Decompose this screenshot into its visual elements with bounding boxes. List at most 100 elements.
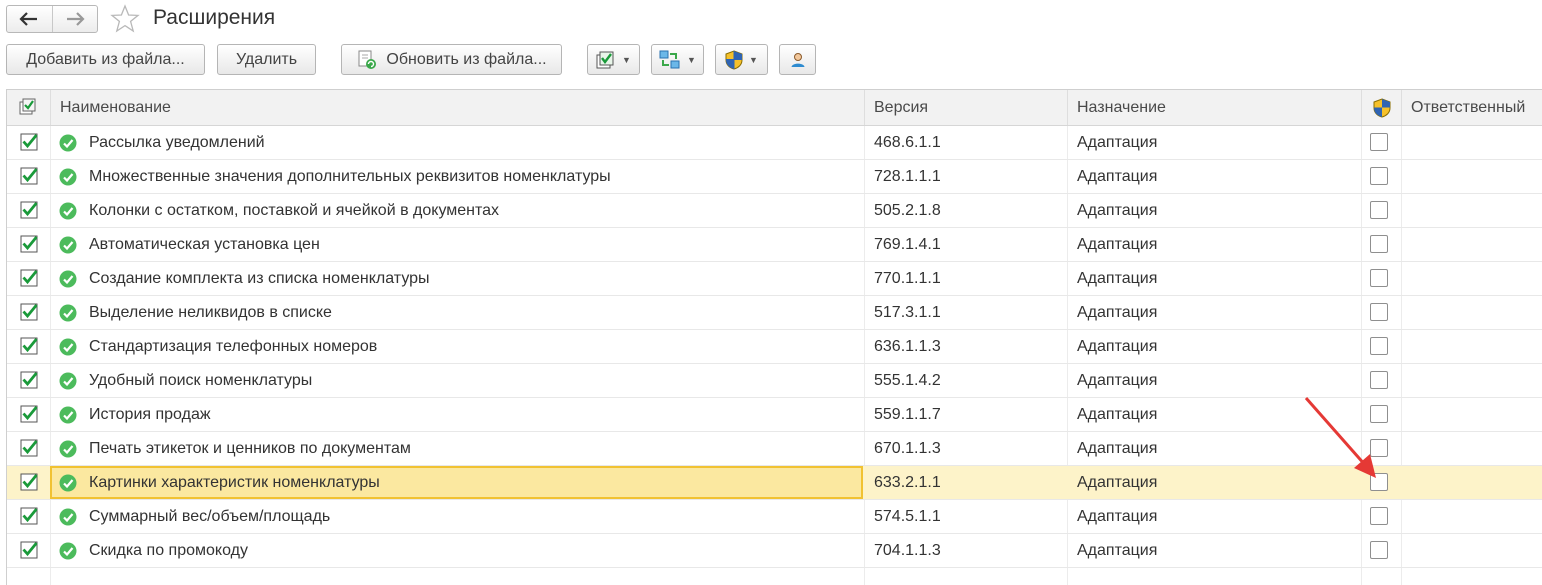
extension-name[interactable]: Суммарный вес/объем/площадь <box>89 500 330 533</box>
safe-mode-checkbox[interactable] <box>1370 371 1388 389</box>
extension-version: 468.6.1.1 <box>874 134 941 151</box>
delete-button[interactable]: Удалить <box>217 44 316 75</box>
safe-mode-checkbox[interactable] <box>1370 303 1388 321</box>
active-checkbox[interactable] <box>20 337 38 355</box>
extension-purpose: Адаптация <box>1077 202 1158 219</box>
ok-status-icon <box>59 304 77 322</box>
extension-name[interactable]: Стандартизация телефонных номеров <box>89 330 377 363</box>
safe-mode-checkbox[interactable] <box>1370 167 1388 185</box>
extension-name[interactable]: Картинки характеристик номенклатуры <box>89 466 380 499</box>
checkbox-header-icon <box>19 98 36 115</box>
active-checkbox[interactable] <box>20 473 38 491</box>
ok-status-icon <box>59 338 77 356</box>
active-checkbox[interactable] <box>20 269 38 287</box>
navigation-group <box>6 5 98 33</box>
extension-name[interactable]: Создание комплекта из списка номенклатур… <box>89 262 430 295</box>
extension-version: 704.1.1.3 <box>874 542 941 559</box>
extension-name[interactable]: Автоматическая установка цен <box>89 228 320 261</box>
title-bar: Расширения <box>0 0 1542 38</box>
active-checkbox[interactable] <box>20 133 38 151</box>
safe-mode-checkbox[interactable] <box>1370 133 1388 151</box>
sync-menu-button[interactable]: ▼ <box>651 44 704 75</box>
active-checkbox[interactable] <box>20 371 38 389</box>
header-safe-mode[interactable] <box>1361 90 1401 125</box>
responsible-user-button[interactable] <box>779 44 816 75</box>
user-icon <box>791 52 804 67</box>
table-header: Наименование Версия Назначение Ответстве… <box>7 90 1542 126</box>
extension-version: 505.2.1.8 <box>874 202 941 219</box>
table-row[interactable]: Выделение неликвидов в списке 517.3.1.1 Ад… <box>7 296 1542 330</box>
active-checkbox[interactable] <box>20 507 38 525</box>
star-icon[interactable] <box>110 4 140 34</box>
forward-button[interactable] <box>51 6 98 32</box>
update-file-icon <box>356 50 378 70</box>
extension-purpose: Адаптация <box>1077 474 1158 491</box>
back-button[interactable] <box>7 6 52 32</box>
header-version[interactable]: Версия <box>864 90 1067 125</box>
extension-version: 574.5.1.1 <box>874 508 941 525</box>
ok-status-icon <box>59 440 77 458</box>
extension-version: 769.1.4.1 <box>874 236 941 253</box>
active-checkbox[interactable] <box>20 167 38 185</box>
extension-version: 559.1.1.7 <box>874 406 941 423</box>
extension-name[interactable]: Скидка по промокоду <box>89 534 248 567</box>
active-checkbox[interactable] <box>20 541 38 559</box>
extension-version: 670.1.1.3 <box>874 440 941 457</box>
table-row[interactable]: Автоматическая установка цен 769.1.4.1 Ада… <box>7 228 1542 262</box>
table-row[interactable]: Множественные значения дополнительных ре… <box>7 160 1542 194</box>
extension-name[interactable]: Удобный поиск номенклатуры <box>89 364 312 397</box>
extension-name[interactable]: Множественные значения дополнительных ре… <box>89 160 611 193</box>
extension-purpose: Адаптация <box>1077 338 1158 355</box>
safe-mode-checkbox[interactable] <box>1370 337 1388 355</box>
header-active[interactable] <box>7 90 50 125</box>
update-from-file-label: Обновить из файла... <box>386 50 547 68</box>
chevron-down-icon: ▼ <box>749 54 758 65</box>
header-name[interactable]: Наименование <box>50 90 864 125</box>
extension-purpose: Адаптация <box>1077 304 1158 321</box>
checkbox-menu-icon <box>596 51 614 68</box>
checkbox-menu-button[interactable]: ▼ <box>587 44 640 75</box>
extensions-table: Наименование Версия Назначение Ответстве… <box>6 89 1542 585</box>
extension-version: 770.1.1.1 <box>874 270 941 287</box>
extension-name[interactable]: Печать этикеток и ценников по документам <box>89 432 411 465</box>
extension-name[interactable]: Выделение неликвидов в списке <box>89 296 332 329</box>
extension-purpose: Адаптация <box>1077 406 1158 423</box>
ok-status-icon <box>59 236 77 254</box>
active-checkbox[interactable] <box>20 405 38 423</box>
active-checkbox[interactable] <box>20 303 38 321</box>
extension-purpose: Адаптация <box>1077 134 1158 151</box>
safe-mode-checkbox[interactable] <box>1370 507 1388 525</box>
add-from-file-button[interactable]: Добавить из файла... <box>6 44 205 75</box>
ok-status-icon <box>59 508 77 526</box>
chevron-down-icon: ▼ <box>687 54 696 65</box>
active-checkbox[interactable] <box>20 439 38 457</box>
safe-mode-checkbox[interactable] <box>1370 201 1388 219</box>
shield-menu-button[interactable]: ▼ <box>715 44 768 75</box>
safe-mode-checkbox[interactable] <box>1370 541 1388 559</box>
extension-purpose: Адаптация <box>1077 542 1158 559</box>
table-row[interactable]: Рассылка уведомлений 468.6.1.1 Адаптация <box>7 126 1542 160</box>
safe-mode-checkbox[interactable] <box>1370 269 1388 287</box>
table-row[interactable]: Колонки с остатком, поставкой и ячейкой … <box>7 194 1542 228</box>
extension-name[interactable]: История продаж <box>89 398 211 431</box>
extension-purpose: Адаптация <box>1077 372 1158 389</box>
table-row[interactable]: Создание комплекта из списка номенклатур… <box>7 262 1542 296</box>
extension-name[interactable]: Колонки с остатком, поставкой и ячейкой … <box>89 194 499 227</box>
extension-version: 517.3.1.1 <box>874 304 941 321</box>
extension-purpose: Адаптация <box>1077 236 1158 253</box>
extension-version: 555.1.4.2 <box>874 372 941 389</box>
extension-version: 633.2.1.1 <box>874 474 941 491</box>
header-purpose[interactable]: Назначение <box>1067 90 1361 125</box>
ok-status-icon <box>59 474 77 492</box>
ok-status-icon <box>59 372 77 390</box>
update-from-file-button[interactable]: Обновить из файла... <box>341 44 562 75</box>
active-checkbox[interactable] <box>20 235 38 253</box>
table-row[interactable]: Суммарный вес/объем/площадь 574.5.1.1 Адап… <box>7 500 1542 534</box>
extension-name[interactable]: Рассылка уведомлений <box>89 126 265 159</box>
extension-purpose: Адаптация <box>1077 508 1158 525</box>
table-row[interactable]: Скидка по промокоду 704.1.1.3 Адаптация <box>7 534 1542 568</box>
table-row[interactable]: Стандартизация телефонных номеров 636.1.1… <box>7 330 1542 364</box>
safe-mode-checkbox[interactable] <box>1370 235 1388 253</box>
active-checkbox[interactable] <box>20 201 38 219</box>
header-responsible[interactable]: Ответственный <box>1401 90 1542 125</box>
